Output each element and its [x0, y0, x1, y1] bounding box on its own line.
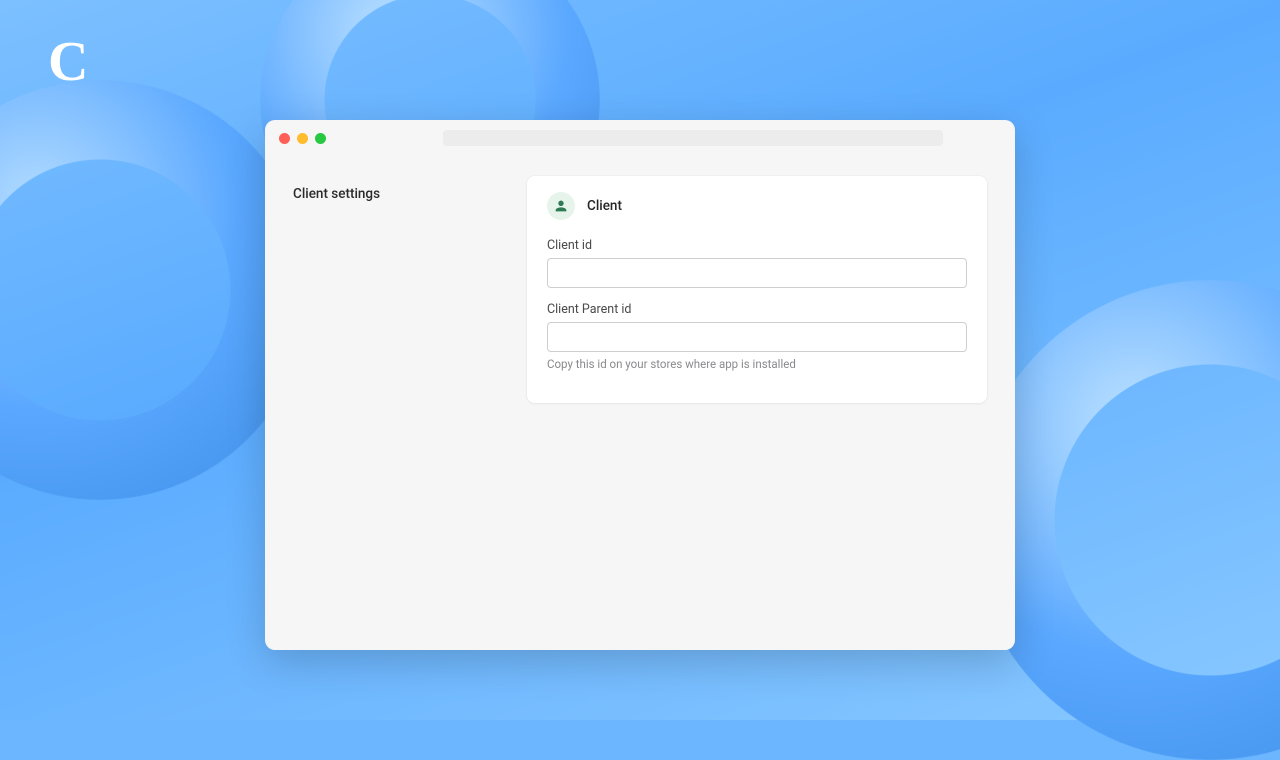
- brand-logo: C: [48, 30, 86, 94]
- client-parent-id-field: Client Parent id Copy this id on your st…: [547, 302, 967, 371]
- maximize-icon[interactable]: [315, 133, 326, 144]
- card-title: Client: [587, 198, 622, 214]
- sidebar-title: Client settings: [293, 186, 503, 202]
- app-window: Client settings Client Client id Client …: [265, 120, 1015, 650]
- client-parent-id-label: Client Parent id: [547, 302, 967, 317]
- client-card: Client Client id Client Parent id Copy t…: [527, 176, 987, 403]
- client-parent-id-input[interactable]: [547, 322, 967, 352]
- person-icon: [547, 192, 575, 220]
- client-id-label: Client id: [547, 238, 967, 253]
- card-header: Client: [547, 192, 967, 220]
- client-parent-id-helper: Copy this id on your stores where app is…: [547, 357, 967, 371]
- client-id-input[interactable]: [547, 258, 967, 288]
- minimize-icon[interactable]: [297, 133, 308, 144]
- window-titlebar: [265, 120, 1015, 156]
- close-icon[interactable]: [279, 133, 290, 144]
- window-content: Client settings Client Client id Client …: [265, 156, 1015, 423]
- bg-shape: [0, 80, 310, 500]
- client-id-field: Client id: [547, 238, 967, 288]
- sidebar: Client settings: [293, 176, 503, 403]
- bg-shape: [970, 280, 1280, 760]
- address-bar[interactable]: [443, 130, 943, 146]
